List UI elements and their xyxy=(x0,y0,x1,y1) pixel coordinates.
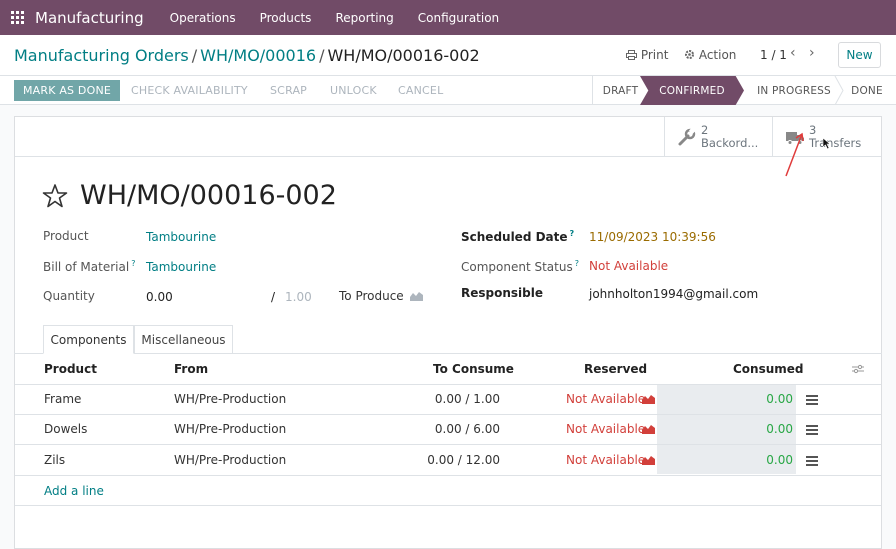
component-status-help-icon[interactable]: ? xyxy=(575,259,579,268)
tab-components[interactable]: Components xyxy=(43,325,134,354)
breadcrumb-parent-mo[interactable]: WH/MO/00016 xyxy=(200,46,316,65)
stage-done[interactable]: DONE xyxy=(845,76,889,105)
smart-buttons-row: 2 Backord... 3 Transfers xyxy=(15,117,881,157)
row-to-consume[interactable]: 0.00 / 1.00 xyxy=(418,392,500,406)
mark-as-done-button[interactable]: MARK AS DONE xyxy=(14,80,120,101)
stage-draft[interactable]: DRAFT xyxy=(592,76,648,105)
breadcrumb: Manufacturing Orders / WH/MO/00016/WH/MO/0… xyxy=(14,46,480,65)
scheduled-help-icon[interactable]: ? xyxy=(570,229,575,238)
star-icon[interactable] xyxy=(42,183,68,209)
wrench-icon xyxy=(678,126,697,145)
gear-icon xyxy=(685,50,694,59)
record-title: WH/MO/00016-002 xyxy=(80,180,337,211)
bom-help-icon[interactable]: ? xyxy=(131,259,135,268)
component-status-label: Component Status? xyxy=(461,259,579,274)
row-consumed[interactable]: 0.00 xyxy=(733,392,793,406)
menu-products[interactable]: Products xyxy=(260,11,312,25)
row-to-consume[interactable]: 0.00 / 12.00 xyxy=(410,453,500,467)
breadcrumb-manufacturing-orders[interactable]: Manufacturing Orders xyxy=(14,46,189,65)
row-reserved: Not Available xyxy=(566,422,646,436)
apps-menu-icon[interactable] xyxy=(11,10,25,25)
mouse-cursor-icon xyxy=(823,138,831,149)
row-reserved: Not Available xyxy=(566,453,646,467)
row-consumed[interactable]: 0.00 xyxy=(733,453,793,467)
print-icon xyxy=(626,50,637,60)
control-panel: Manufacturing Orders / WH/MO/00016/WH/MO/0… xyxy=(0,35,896,76)
stage-confirmed[interactable]: CONFIRMED xyxy=(640,76,744,105)
forecast-chart-icon[interactable] xyxy=(642,394,655,404)
responsible-field[interactable]: johnholton1994@gmail.com xyxy=(589,287,758,301)
record-title-row: WH/MO/00016-002 xyxy=(42,180,337,211)
column-to-consume[interactable]: To Consume xyxy=(433,362,514,376)
scheduled-date-field[interactable]: 11/09/2023 10:39:56 xyxy=(589,230,716,244)
print-button[interactable]: Print xyxy=(626,48,668,62)
row-product[interactable]: Dowels xyxy=(44,422,87,436)
unlock-button[interactable]: UNLOCK xyxy=(330,84,377,97)
quantity-field[interactable]: 0.00 xyxy=(146,290,173,304)
pager-value[interactable]: 1 / 1 xyxy=(760,48,787,62)
action-button[interactable]: Action xyxy=(684,48,736,62)
print-label: Print xyxy=(640,48,669,62)
backorders-count: 2 xyxy=(701,122,709,137)
product-label: Product xyxy=(43,229,89,243)
transfers-label: Transfers xyxy=(809,135,862,150)
check-availability-button[interactable]: CHECK AVAILABILITY xyxy=(131,84,248,97)
forecast-chart-icon[interactable] xyxy=(642,455,655,465)
new-button[interactable]: New xyxy=(838,42,881,68)
scrap-button[interactable]: SCRAP xyxy=(270,84,307,97)
row-consumed[interactable]: 0.00 xyxy=(733,422,793,436)
status-bar: MARK AS DONE CHECK AVAILABILITY SCRAP UN… xyxy=(0,76,896,105)
quantity-label: Quantity xyxy=(43,289,95,303)
cancel-button[interactable]: CANCEL xyxy=(398,84,443,97)
menu-operations[interactable]: Operations xyxy=(170,11,236,25)
backorders-label: Backord... xyxy=(701,135,759,150)
row-from[interactable]: WH/Pre-Production xyxy=(174,422,286,436)
quantity-slash: / xyxy=(271,290,276,304)
app-name[interactable]: Manufacturing xyxy=(35,9,144,27)
top-navbar: Manufacturing Operations Products Report… xyxy=(0,0,896,35)
forecast-chart-icon[interactable] xyxy=(410,291,423,301)
component-status-value: Not Available xyxy=(589,259,669,273)
product-field[interactable]: Tambourine xyxy=(146,230,216,244)
quantity-total: 1.00 xyxy=(285,290,312,304)
column-from[interactable]: From xyxy=(174,362,208,376)
backorders-smart-button[interactable]: 2 Backord... xyxy=(664,117,772,156)
transfers-count: 3 xyxy=(809,122,817,137)
table-footer-divider xyxy=(15,505,881,506)
pager-previous-icon[interactable]: ‹ xyxy=(790,45,796,61)
detailed-operations-icon[interactable] xyxy=(806,456,818,466)
row-to-consume[interactable]: 0.00 / 6.00 xyxy=(418,422,500,436)
pager-next-icon[interactable]: › xyxy=(809,45,815,61)
detailed-operations-icon[interactable] xyxy=(806,425,818,435)
bom-field[interactable]: Tambourine xyxy=(146,260,216,274)
tab-miscellaneous[interactable]: Miscellaneous xyxy=(134,325,233,354)
forecast-chart-icon[interactable] xyxy=(642,424,655,434)
add-a-line-link[interactable]: Add a line xyxy=(44,484,104,498)
responsible-label: Responsible xyxy=(461,286,543,300)
row-from[interactable]: WH/Pre-Production xyxy=(174,453,286,467)
menu-reporting[interactable]: Reporting xyxy=(335,11,393,25)
bom-label: Bill of Material? xyxy=(43,259,136,274)
row-reserved: Not Available xyxy=(566,392,646,406)
stage-in-progress[interactable]: IN PROGRESS xyxy=(746,76,842,105)
to-produce-label: To Produce xyxy=(339,289,404,303)
menu-configuration[interactable]: Configuration xyxy=(418,11,499,25)
scheduled-date-label: Scheduled Date? xyxy=(461,229,575,244)
action-label: Action xyxy=(698,48,737,62)
column-consumed[interactable]: Consumed xyxy=(733,362,804,376)
column-product[interactable]: Product xyxy=(44,362,97,376)
row-divider xyxy=(15,475,881,476)
row-product[interactable]: Zils xyxy=(44,453,65,467)
column-reserved[interactable]: Reserved xyxy=(584,362,647,376)
row-product[interactable]: Frame xyxy=(44,392,81,406)
breadcrumb-current: WH/MO/00016-002 xyxy=(327,46,480,65)
annotation-arrow-icon xyxy=(785,132,804,177)
row-from[interactable]: WH/Pre-Production xyxy=(174,392,286,406)
detailed-operations-icon[interactable] xyxy=(806,395,818,405)
optional-columns-icon[interactable] xyxy=(852,364,864,374)
